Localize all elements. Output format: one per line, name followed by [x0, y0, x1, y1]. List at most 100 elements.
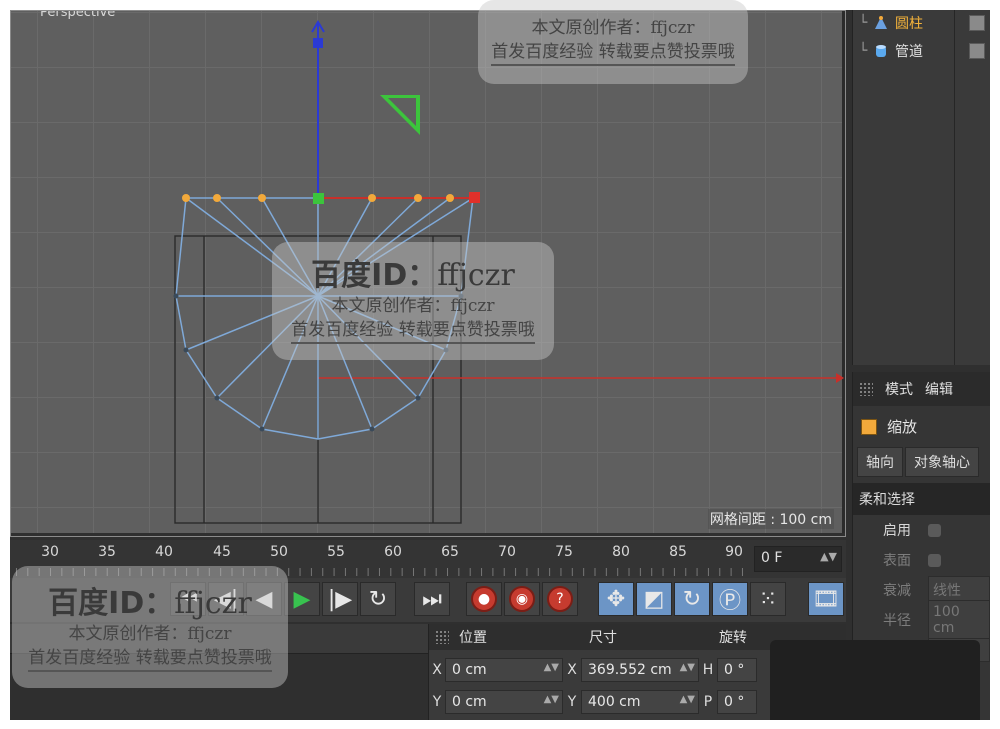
axis-label: Y: [432, 694, 442, 710]
grip-icon[interactable]: [435, 630, 449, 644]
axis-label: P: [703, 694, 713, 710]
object-name: 圆柱: [895, 16, 923, 32]
attribute-title: 缩放: [853, 406, 990, 447]
axis-label: Y: [567, 694, 577, 710]
watermark-id: 百度ID：ffjczr: [48, 586, 252, 621]
loop-button[interactable]: ↻: [360, 582, 396, 616]
attribute-tab-buttons: 轴向 对象轴心: [853, 447, 990, 477]
axis-label: X: [567, 662, 577, 678]
spinner-icon[interactable]: ▲▼: [544, 694, 559, 705]
spinner-icon[interactable]: ▲▼: [680, 694, 695, 705]
go-end-button[interactable]: ⏭: [414, 582, 450, 616]
rotation-header: 旋转: [719, 630, 747, 646]
position-header: 位置: [459, 630, 487, 646]
film-icon: 🎞: [812, 586, 840, 612]
watermark-note: 首发百度经验 转载要点赞投票哦: [28, 646, 272, 672]
watermark-author: 本文原创作者：ffjczr: [531, 18, 695, 38]
loop-icon: ↻: [368, 586, 388, 612]
field-value: 0 cm: [452, 662, 487, 678]
polygon-object-icon: [875, 16, 887, 29]
coordinate-row-x: X 0 cm ▲▼ X 369.552 cm ▲▼ H 0 °: [429, 656, 757, 684]
position-y-field[interactable]: 0 cm ▲▼: [445, 690, 563, 714]
spinner-icon[interactable]: ▲▼: [544, 662, 559, 673]
object-axis-tab-button[interactable]: 对象轴心: [905, 447, 979, 477]
scale-tool-icon: [861, 418, 877, 435]
falloff-label: 衰减: [883, 583, 911, 599]
current-frame-field[interactable]: 0 F ▲▼: [754, 546, 842, 572]
scale-icon: ◩: [643, 586, 665, 612]
grip-icon[interactable]: [859, 382, 873, 396]
rotation-h-field[interactable]: 0 °: [717, 658, 757, 682]
object-manager: └ 圆柱 └ 管道: [852, 10, 990, 365]
timeline-window-button[interactable]: 🎞: [808, 582, 844, 616]
radius-field[interactable]: 100 cm: [928, 600, 990, 640]
size-y-field[interactable]: 400 cm ▲▼: [581, 690, 699, 714]
field-value: 0 cm: [452, 694, 487, 710]
object-row-tube[interactable]: └ 管道: [859, 40, 989, 62]
soft-selection-header[interactable]: 柔和选择: [853, 483, 990, 515]
field-value: 400 cm: [588, 694, 641, 710]
tick-label: 80: [612, 544, 630, 560]
column-divider: [954, 10, 955, 365]
scale-key-button[interactable]: ◩: [636, 582, 672, 616]
move-icon: ✥: [606, 586, 626, 612]
tick-label: 50: [270, 544, 288, 560]
next-frame-icon: |▶: [327, 586, 353, 612]
size-x-field[interactable]: 369.552 cm ▲▼: [581, 658, 699, 682]
enable-label: 启用: [883, 523, 911, 539]
axis-center-handle: [313, 193, 324, 204]
watermark-center: 百度ID：ffjczr 本文原创作者：ffjczr 首发百度经验 转载要点赞投票…: [272, 250, 554, 344]
radius-label: 半径: [883, 613, 911, 629]
field-value: 0 °: [724, 694, 745, 710]
move-key-button[interactable]: ✥: [598, 582, 634, 616]
rotate-icon: ↻: [682, 586, 702, 612]
enable-checkbox[interactable]: [928, 523, 941, 537]
param-p-icon: Ⓟ: [718, 589, 741, 614]
surface-checkbox[interactable]: [928, 553, 941, 567]
record-button[interactable]: ●: [466, 582, 502, 616]
current-frame-value: 0 F: [761, 550, 783, 566]
field-value: 0 °: [724, 662, 745, 678]
spinner-icon[interactable]: ▲▼: [820, 550, 837, 563]
axis-tab-button[interactable]: 轴向: [857, 447, 903, 477]
watermark-note: 首发百度经验 转载要点赞投票哦: [291, 318, 535, 344]
watermark-author: 本文原创作者：ffjczr: [68, 624, 232, 644]
next-frame-button[interactable]: |▶: [322, 582, 358, 616]
tube-object-icon: [876, 45, 886, 57]
autokey-button[interactable]: ◉: [504, 582, 540, 616]
tick-label: 40: [155, 544, 173, 560]
tick-label: 45: [213, 544, 231, 560]
render-flag-icon[interactable]: [969, 43, 985, 59]
question-icon: ?: [547, 586, 573, 612]
record-key-icon: ●: [471, 586, 497, 612]
tick-label: 65: [441, 544, 459, 560]
param-key-button[interactable]: Ⓟ: [712, 582, 748, 616]
object-row-cylinder[interactable]: └ 圆柱: [859, 12, 989, 34]
object-name: 管道: [895, 44, 923, 60]
tick-label: 35: [98, 544, 116, 560]
radius-row: 半径 100 cm: [853, 600, 990, 640]
watermark-author: 本文原创作者：ffjczr: [331, 296, 495, 316]
watermark-bottom: 百度ID：ffjczr 本文原创作者：ffjczr 首发百度经验 转载要点赞投票…: [10, 578, 290, 672]
position-x-field[interactable]: 0 cm ▲▼: [445, 658, 563, 682]
render-flag-icon[interactable]: [969, 15, 985, 31]
tick-label: 55: [327, 544, 345, 560]
coordinate-row-y: Y 0 cm ▲▼ Y 400 cm ▲▼ P 0 °: [429, 688, 757, 716]
point-key-button[interactable]: ⁙: [750, 582, 786, 616]
axis-label: X: [432, 662, 442, 678]
tab-edit[interactable]: 编辑: [925, 379, 953, 399]
axis-label: H: [702, 662, 714, 678]
tab-mode[interactable]: 模式: [885, 379, 913, 399]
tick-label: 75: [555, 544, 573, 560]
watermark-note: 首发百度经验 转载要点赞投票哦: [491, 40, 735, 66]
tick-label: 85: [669, 544, 687, 560]
watermark-top: 本文原创作者：ffjczr 首发百度经验 转载要点赞投票哦: [478, 16, 748, 66]
grid-spacing-label: 网格间距 : 100 cm: [707, 509, 834, 529]
overlay-shadow: [770, 640, 980, 720]
spinner-icon[interactable]: ▲▼: [680, 662, 695, 673]
rotation-p-field[interactable]: 0 °: [717, 690, 757, 714]
key-help-button[interactable]: ?: [542, 582, 578, 616]
enable-row: 启用: [853, 515, 990, 545]
attribute-title-label: 缩放: [887, 418, 918, 436]
rotate-key-button[interactable]: ↻: [674, 582, 710, 616]
